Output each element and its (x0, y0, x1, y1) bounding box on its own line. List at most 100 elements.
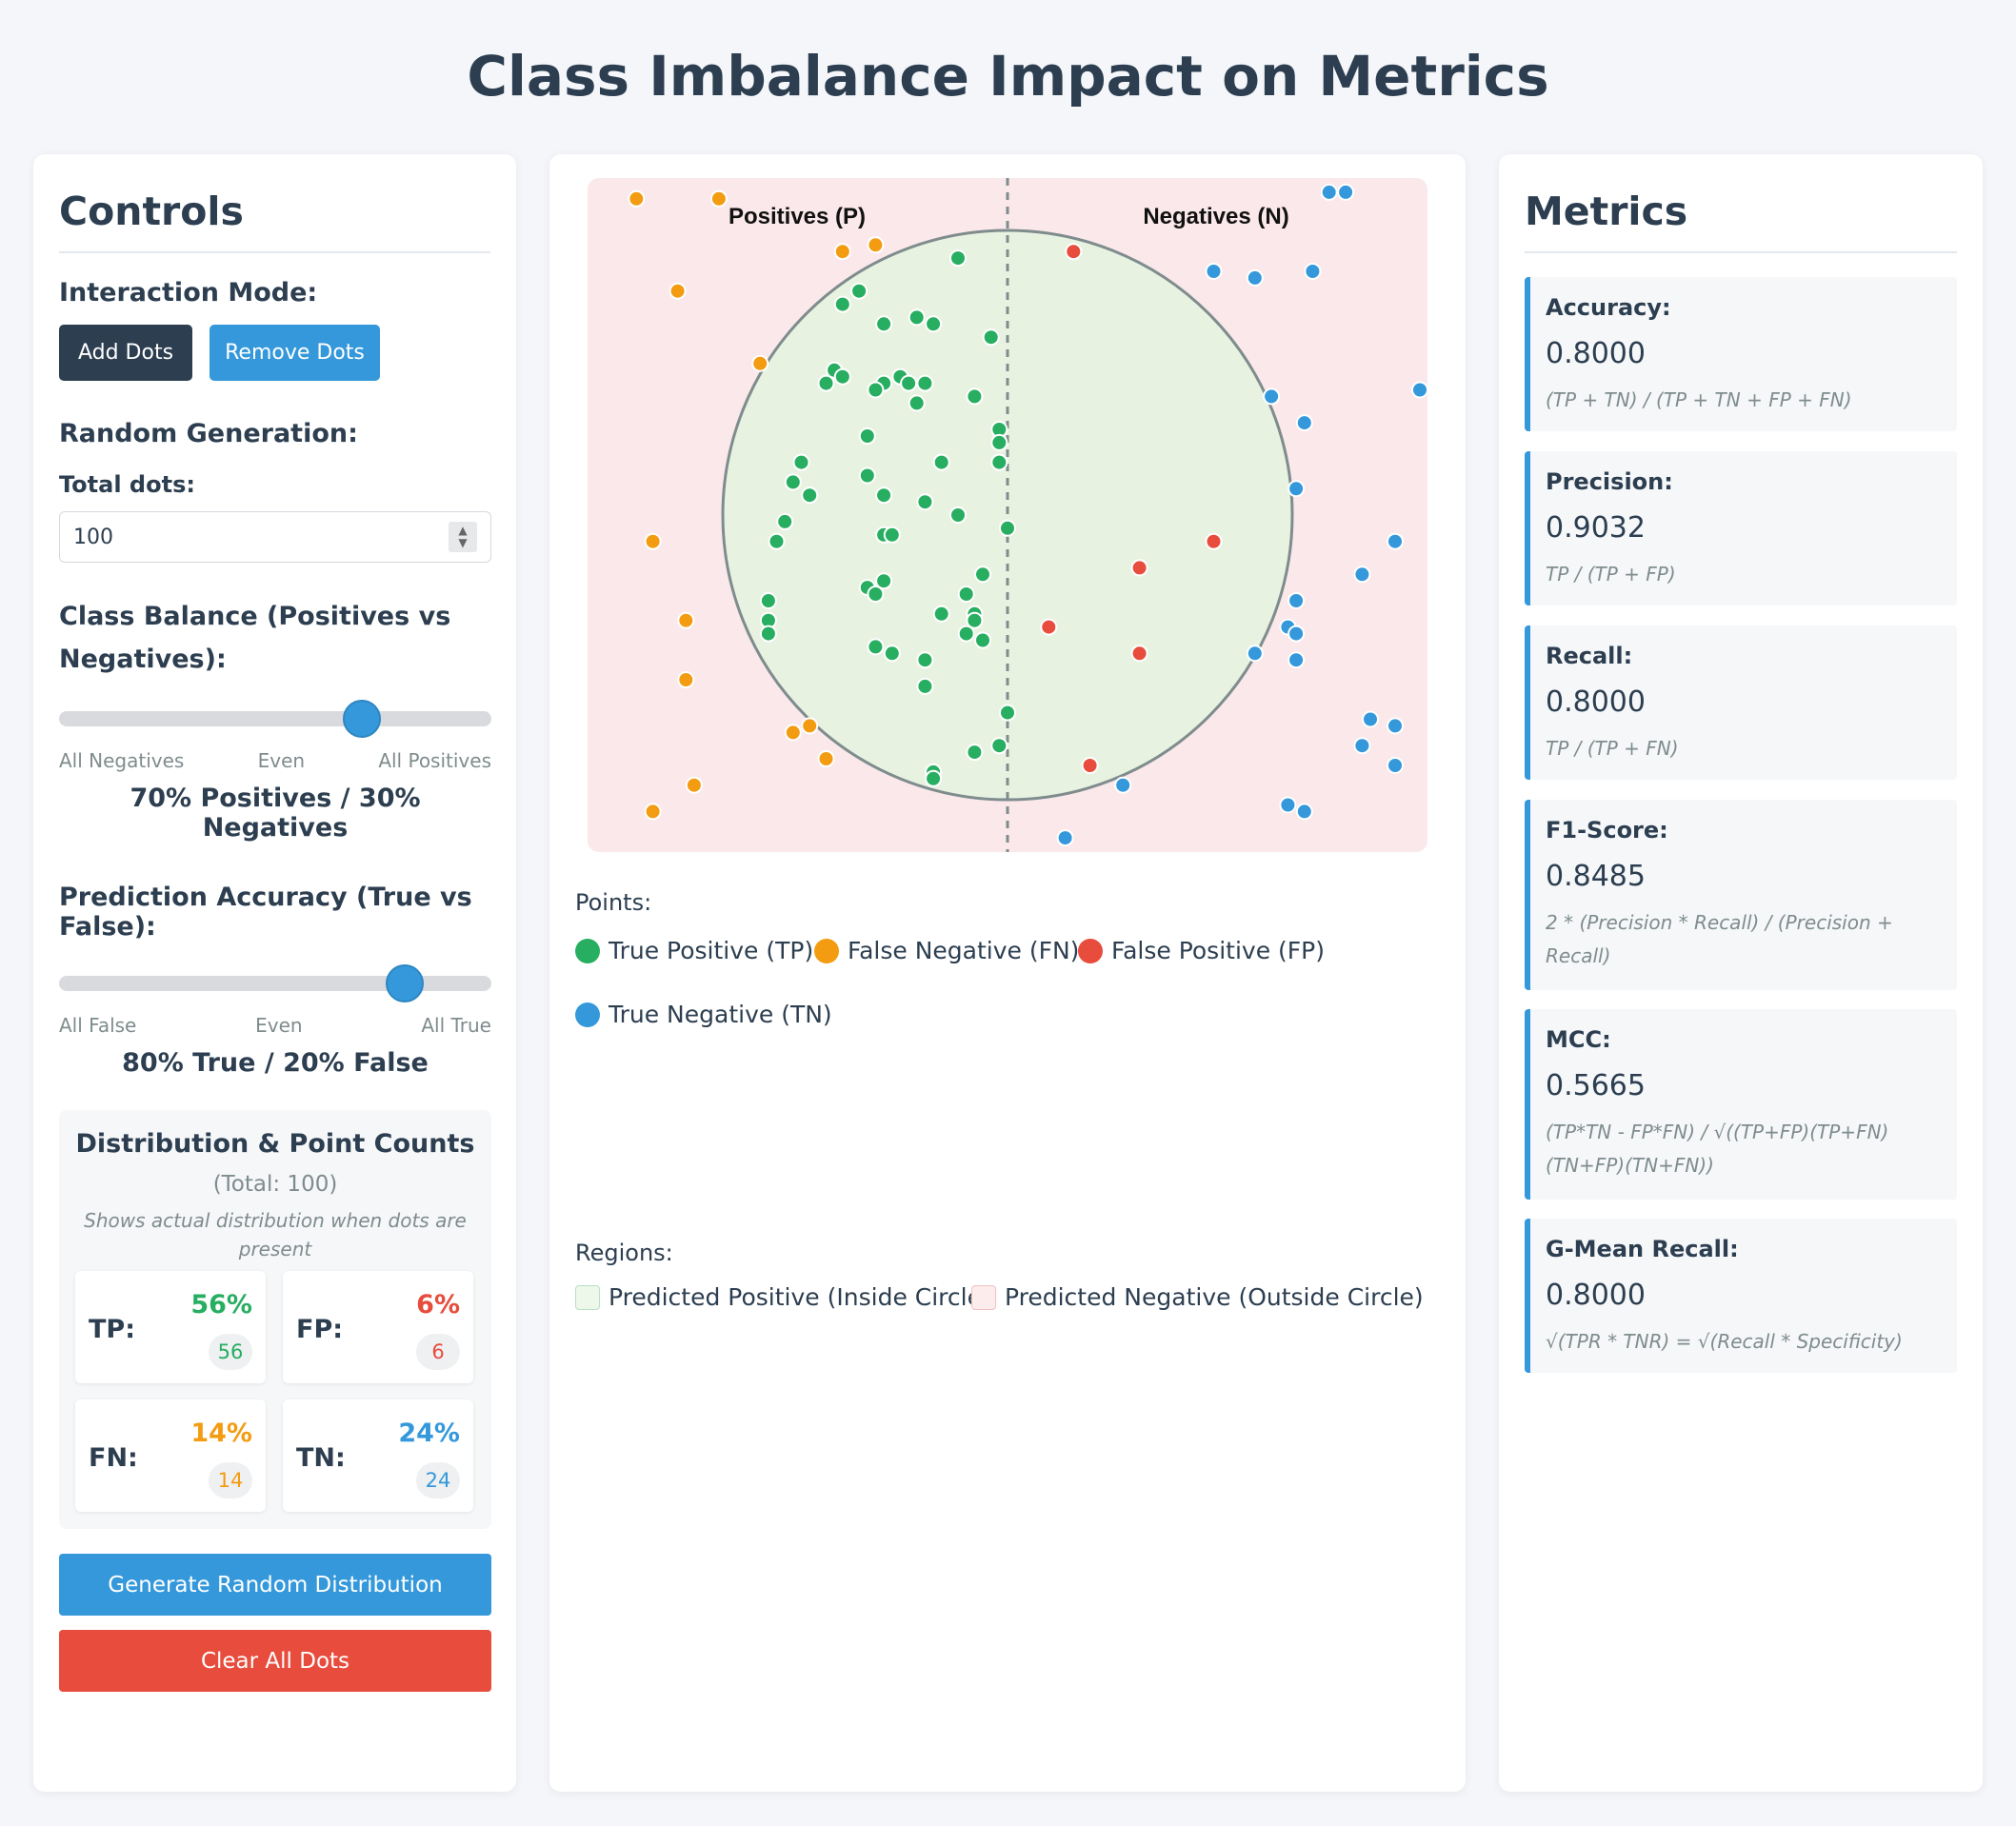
tn-point[interactable] (1353, 566, 1371, 584)
tn-point[interactable] (1387, 532, 1404, 550)
fn-point[interactable] (817, 750, 835, 767)
fp-point[interactable] (1040, 618, 1058, 636)
tp-point[interactable] (858, 466, 876, 485)
fn-point[interactable] (784, 724, 802, 742)
fn-point[interactable] (709, 189, 728, 208)
tn-point[interactable] (1387, 757, 1404, 774)
number-spinner[interactable]: ▲ ▼ (449, 522, 477, 552)
tp-point[interactable] (759, 625, 777, 643)
tp-point[interactable] (784, 473, 802, 491)
tn-point[interactable] (1287, 651, 1306, 669)
tp-point[interactable] (974, 631, 991, 649)
tn-point[interactable] (1353, 737, 1371, 755)
tp-point[interactable] (966, 387, 984, 406)
tp-point[interactable] (957, 586, 975, 603)
remove-dots-button[interactable]: Remove Dots (210, 325, 380, 381)
slider-track[interactable] (59, 711, 491, 726)
tp-point[interactable] (957, 625, 975, 643)
fp-point[interactable] (1065, 243, 1083, 261)
tp-point[interactable] (875, 486, 893, 505)
tn-point[interactable] (1287, 592, 1306, 609)
tp-point[interactable] (908, 394, 926, 412)
tp-point[interactable] (867, 638, 885, 656)
tp-point[interactable] (990, 433, 1008, 451)
tn-point[interactable] (1295, 803, 1313, 821)
tp-point[interactable] (883, 526, 901, 544)
fn-point[interactable] (644, 803, 662, 821)
fp-point[interactable] (1130, 645, 1148, 663)
slider-thumb[interactable] (342, 700, 381, 738)
fn-point[interactable] (833, 243, 851, 261)
tp-point[interactable] (990, 737, 1008, 755)
tp-point[interactable] (925, 315, 943, 333)
total-dots-input[interactable]: 100 ▲ ▼ (59, 511, 491, 563)
tn-point[interactable] (1295, 414, 1313, 432)
fn-point[interactable] (685, 776, 703, 794)
prediction-accuracy-slider[interactable] (59, 963, 491, 1002)
tp-point[interactable] (867, 586, 885, 603)
tp-point[interactable] (916, 493, 934, 511)
tp-point[interactable] (949, 249, 967, 268)
tp-point[interactable] (801, 486, 819, 505)
tp-point[interactable] (990, 453, 1008, 471)
tp-point[interactable] (850, 282, 868, 300)
tn-point[interactable] (1304, 263, 1322, 280)
fn-point[interactable] (644, 532, 662, 550)
tp-point[interactable] (999, 519, 1016, 537)
tp-point[interactable] (982, 328, 1000, 347)
tp-point[interactable] (966, 744, 984, 762)
tn-point[interactable] (1263, 387, 1281, 406)
tn-point[interactable] (1246, 268, 1264, 287)
fn-point[interactable] (751, 354, 769, 372)
tp-point[interactable] (867, 381, 885, 399)
clear-dots-button[interactable]: Clear All Dots (59, 1630, 491, 1692)
tp-point[interactable] (916, 677, 934, 695)
tp-point[interactable] (759, 592, 777, 609)
tp-point[interactable] (833, 295, 851, 313)
tp-point[interactable] (883, 645, 901, 663)
slider-thumb[interactable] (386, 964, 425, 1002)
fp-point[interactable] (1205, 532, 1223, 550)
tp-point[interactable] (908, 308, 926, 327)
fn-point[interactable] (801, 717, 819, 735)
classification-canvas[interactable]: Positives (P) Negatives (N) (588, 178, 1427, 852)
fn-point[interactable] (867, 236, 885, 254)
chevron-down-icon[interactable]: ▼ (458, 537, 467, 549)
tp-point[interactable] (858, 427, 876, 445)
tn-point[interactable] (1205, 263, 1223, 280)
tn-point[interactable] (1287, 625, 1306, 643)
class-balance-slider[interactable] (59, 698, 491, 738)
tp-point[interactable] (776, 512, 794, 530)
generate-random-button[interactable]: Generate Random Distribution (59, 1554, 491, 1616)
tn-point[interactable] (1320, 183, 1338, 201)
tn-point[interactable] (1411, 381, 1427, 399)
tp-point[interactable] (932, 605, 950, 623)
tn-point[interactable] (1114, 776, 1132, 794)
fn-point[interactable] (669, 282, 687, 300)
tn-point[interactable] (1287, 480, 1306, 498)
tp-point[interactable] (817, 374, 835, 392)
tp-point[interactable] (932, 453, 950, 471)
tp-point[interactable] (875, 315, 893, 333)
tn-point[interactable] (1337, 183, 1355, 201)
tn-point[interactable] (1056, 829, 1074, 847)
tn-point[interactable] (1246, 645, 1264, 663)
slider-track[interactable] (59, 976, 491, 991)
tp-point[interactable] (974, 566, 991, 584)
fn-point[interactable] (628, 189, 646, 208)
tp-point[interactable] (833, 367, 851, 386)
tp-point[interactable] (792, 453, 810, 471)
tp-point[interactable] (768, 532, 786, 550)
tp-point[interactable] (949, 506, 967, 524)
tp-point[interactable] (916, 374, 934, 392)
tp-point[interactable] (925, 769, 943, 787)
tn-point[interactable] (1279, 796, 1297, 814)
fn-point[interactable] (677, 671, 695, 688)
add-dots-button[interactable]: Add Dots (59, 325, 192, 381)
fp-point[interactable] (1130, 559, 1148, 577)
tp-point[interactable] (900, 374, 918, 392)
tn-point[interactable] (1362, 710, 1379, 728)
tp-point[interactable] (999, 704, 1016, 722)
tp-point[interactable] (916, 651, 934, 669)
tn-point[interactable] (1387, 717, 1404, 735)
